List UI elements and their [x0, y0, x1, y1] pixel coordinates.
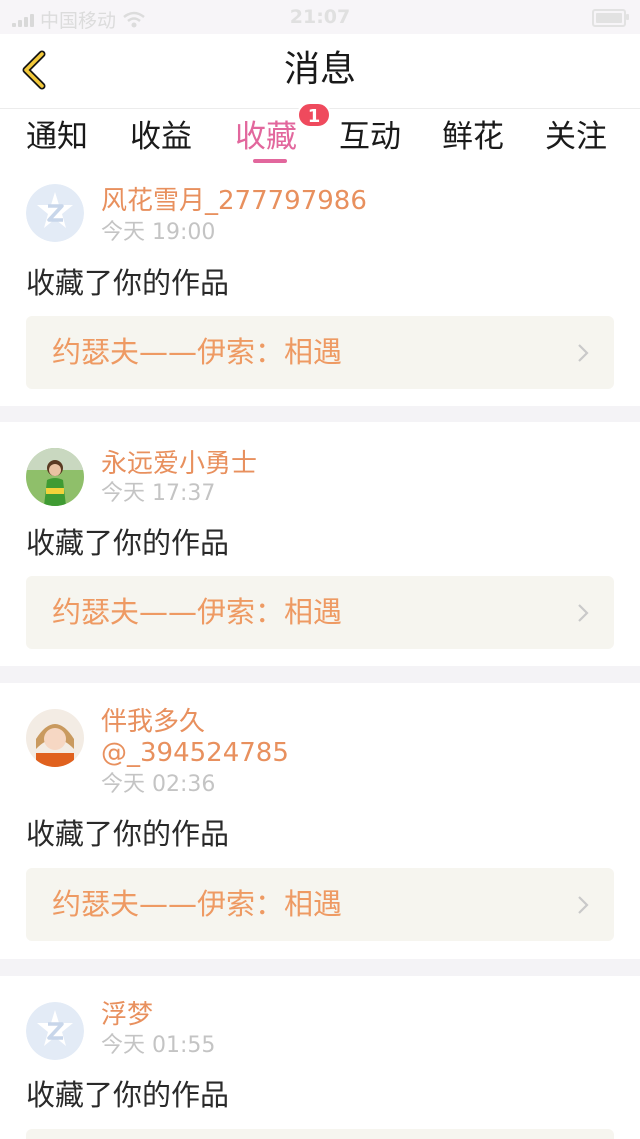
message-time: 今天 02:36 [101, 772, 216, 797]
username[interactable]: 浮梦 [101, 999, 153, 1031]
tab-following[interactable]: 关注 [545, 117, 607, 157]
tab-favorites[interactable]: 收藏 [235, 117, 297, 157]
message-card: 永远爱小勇士 今天 17:37 收藏了你的作品 约瑟夫——伊索：相遇 [0, 422, 640, 666]
user-avatar[interactable] [26, 448, 84, 506]
action-text: 收藏了你的作品 [26, 817, 230, 851]
chevron-right-icon [578, 344, 589, 362]
work-title: 约瑟夫——伊索：相遇 [52, 595, 343, 629]
tab-interactions[interactable]: 互动 [339, 117, 401, 157]
action-text: 收藏了你的作品 [26, 526, 230, 560]
message-time: 今天 17:37 [101, 481, 216, 506]
tab-notifications[interactable]: 通知 [26, 117, 88, 157]
username-handle[interactable]: @_394524785 [101, 737, 289, 769]
message-card: 浮梦 今天 01:55 收藏了你的作品 [0, 976, 640, 1139]
work-link[interactable]: 约瑟夫——伊索：相遇 [26, 868, 614, 941]
message-card: 风花雪月_277797986 今天 19:00 收藏了你的作品 约瑟夫——伊索：… [0, 171, 640, 406]
page-title: 消息 [283, 49, 356, 90]
battery-icon [592, 9, 629, 27]
username[interactable]: 风花雪月_277797986 [101, 185, 367, 217]
work-link[interactable]: 约瑟夫——伊索：相遇 [26, 576, 614, 649]
unread-badge: 1 [297, 102, 331, 128]
status-time: 21:07 [289, 6, 351, 28]
tab-earnings[interactable]: 收益 [130, 117, 192, 157]
work-link[interactable] [26, 1129, 614, 1139]
default-avatar-icon[interactable] [26, 1002, 84, 1060]
work-title: 约瑟夫——伊索：相遇 [52, 887, 343, 921]
tab-flowers[interactable]: 鲜花 [442, 117, 504, 157]
status-bar: 中国移动 21:07 [0, 0, 640, 34]
message-time: 今天 19:00 [101, 220, 216, 245]
action-text: 收藏了你的作品 [26, 1078, 230, 1112]
username[interactable]: 伴我多久 [101, 706, 205, 738]
chevron-right-icon [578, 604, 589, 622]
message-time: 今天 01:55 [101, 1033, 216, 1058]
navigation-bar: 消息 [0, 34, 640, 109]
work-link[interactable]: 约瑟夫——伊索：相遇 [26, 316, 614, 389]
user-avatar[interactable] [26, 709, 84, 767]
default-avatar-icon[interactable] [26, 184, 84, 242]
active-tab-indicator [253, 159, 287, 163]
work-title: 约瑟夫——伊索：相遇 [52, 335, 343, 369]
message-card: 伴我多久 @_394524785 今天 02:36 收藏了你的作品 约瑟夫——伊… [0, 683, 640, 959]
username[interactable]: 永远爱小勇士 [101, 448, 257, 480]
action-text: 收藏了你的作品 [26, 266, 230, 300]
chevron-right-icon [578, 896, 589, 914]
